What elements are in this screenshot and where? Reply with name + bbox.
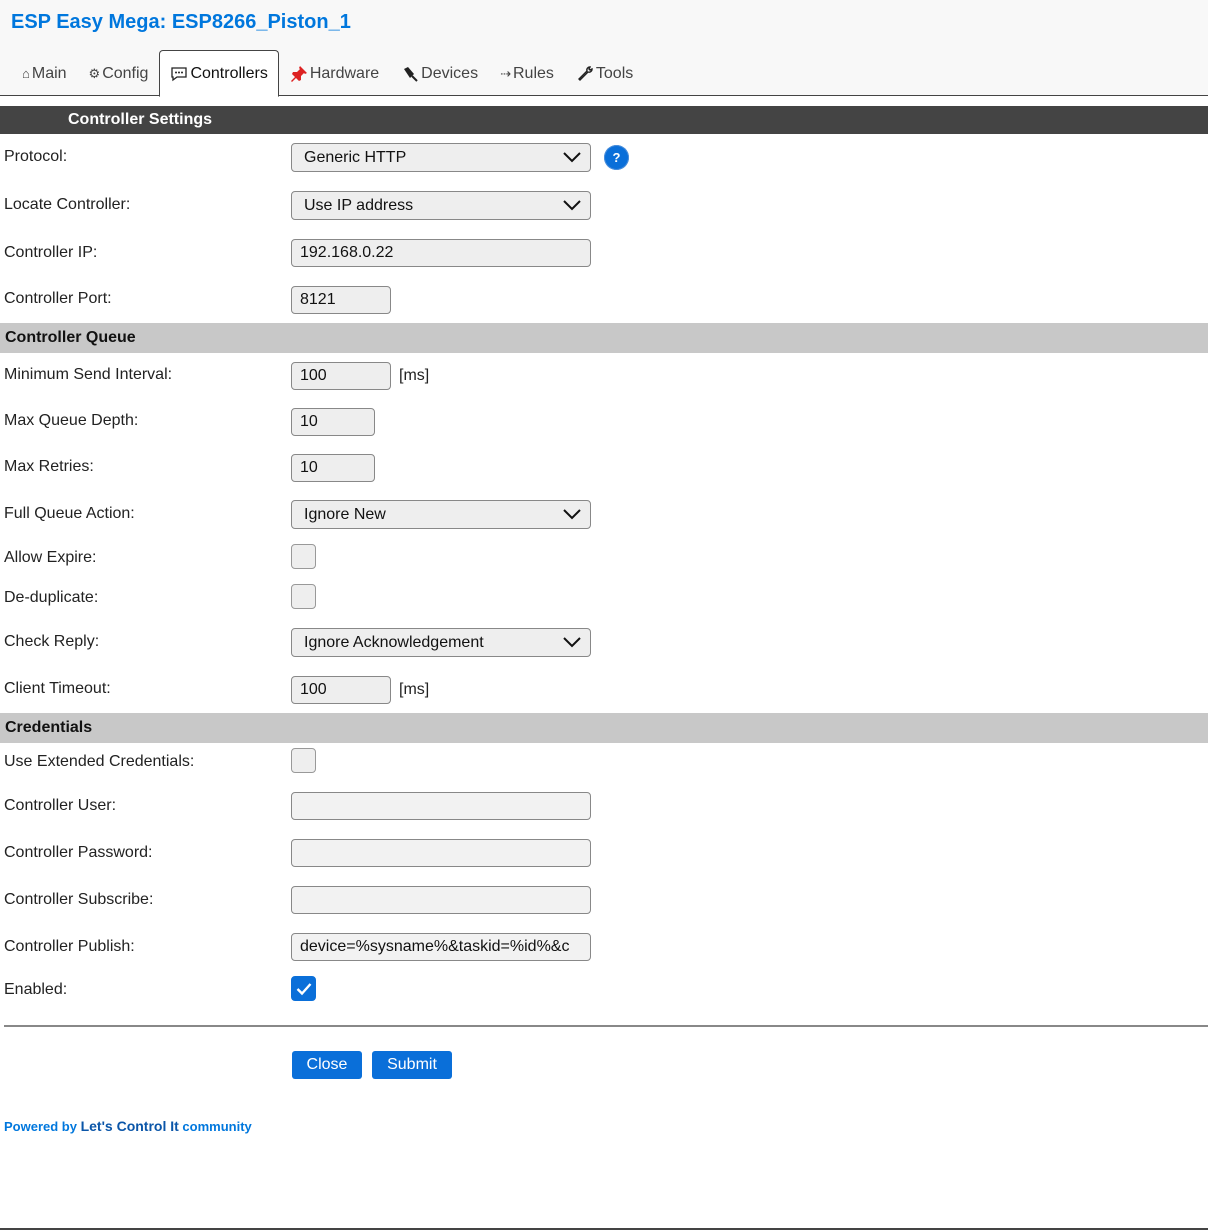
controller-publish-input[interactable]: device=%sysname%&taskid=%id%&c [291, 933, 591, 961]
tab-hardware[interactable]: Hardware [279, 50, 390, 96]
tab-rules[interactable]: ⇢ Rules [489, 50, 565, 96]
controller-user-input[interactable] [291, 792, 591, 820]
enabled-label: Enabled: [4, 981, 68, 998]
wrench-icon [576, 65, 594, 83]
app-title: ESP Easy Mega: ESP8266_Piston_1 [11, 11, 351, 33]
client-timeout-input[interactable]: 100 [291, 676, 391, 704]
tab-devices[interactable]: Devices [390, 50, 489, 96]
controller-port-input[interactable]: 8121 [291, 286, 391, 314]
chevron-down-icon [563, 509, 581, 520]
page-header: ESP Easy Mega: ESP8266_Piston_1 ⌂ Main ⚙… [0, 0, 1208, 97]
enabled-checkbox[interactable] [291, 976, 316, 1001]
controller-password-label: Controller Password: [4, 844, 153, 861]
checkmark-icon [296, 983, 312, 996]
check-reply-value: Ignore Acknowledgement [304, 633, 484, 651]
tab-config-label: Config [102, 64, 149, 82]
allow-expire-label: Allow Expire: [4, 549, 97, 566]
controller-user-label: Controller User: [4, 797, 117, 814]
min-send-interval-unit: [ms] [399, 367, 430, 384]
controller-queue-title: Controller Queue [5, 329, 136, 346]
min-send-interval-input[interactable]: 100 [291, 362, 391, 390]
arrow-right-icon: ⇢ [500, 65, 511, 81]
deduplicate-label: De-duplicate: [4, 589, 99, 606]
max-retries-input[interactable]: 10 [291, 454, 375, 482]
controller-subscribe-input[interactable] [291, 886, 591, 914]
help-icon[interactable]: ? [604, 145, 629, 170]
protocol-select-value: Generic HTTP [304, 148, 407, 166]
tab-rules-label: Rules [512, 64, 554, 82]
credentials-title: Credentials [5, 719, 93, 736]
close-button[interactable]: Close [292, 1051, 362, 1079]
bottom-border [0, 1228, 1208, 1230]
min-send-interval-label: Minimum Send Interval: [4, 366, 173, 383]
controller-password-input[interactable] [291, 839, 591, 867]
chevron-down-icon [563, 152, 581, 163]
main-tab-bar: ⌂ Main ⚙ Config Controllers Hardware Dev… [11, 50, 644, 97]
check-reply-label: Check Reply: [4, 633, 100, 650]
controller-settings-header: Controller Settings [0, 106, 1208, 134]
tab-tools[interactable]: Tools [565, 50, 644, 96]
full-queue-action-select[interactable]: Ignore New [291, 500, 591, 529]
controller-ip-input[interactable]: 192.168.0.22 [291, 239, 591, 267]
credentials-header: Credentials [0, 713, 1208, 743]
controller-ip-label: Controller IP: [4, 244, 98, 261]
plug-icon [401, 65, 419, 83]
tab-main-label: Main [31, 64, 67, 82]
footer-prefix: Powered by [4, 1119, 81, 1134]
extended-credentials-checkbox[interactable] [291, 748, 316, 773]
controller-port-label: Controller Port: [4, 290, 112, 307]
locate-controller-value: Use IP address [304, 196, 414, 214]
footer-suffix: community [178, 1119, 252, 1134]
locate-controller-select[interactable]: Use IP address [291, 191, 591, 220]
controller-settings-title: Controller Settings [68, 111, 213, 128]
tab-main[interactable]: ⌂ Main [11, 50, 78, 96]
max-queue-depth-label: Max Queue Depth: [4, 412, 139, 429]
tab-config[interactable]: ⚙ Config [78, 50, 160, 96]
protocol-select[interactable]: Generic HTTP [291, 143, 591, 172]
controller-queue-header: Controller Queue [0, 323, 1208, 353]
home-icon: ⌂ [22, 66, 30, 81]
gear-icon: ⚙ [88, 65, 101, 81]
tab-tools-label: Tools [595, 64, 634, 82]
chevron-down-icon [563, 200, 581, 211]
tab-devices-label: Devices [421, 64, 479, 82]
max-queue-depth-input[interactable]: 10 [291, 408, 375, 436]
tab-controllers-label: Controllers [190, 64, 268, 82]
client-timeout-label: Client Timeout: [4, 680, 111, 697]
full-queue-action-value: Ignore New [304, 505, 386, 523]
chevron-down-icon [563, 637, 581, 648]
locate-controller-label: Locate Controller: [4, 196, 131, 213]
protocol-label: Protocol: [4, 148, 68, 165]
form-divider [4, 1025, 1208, 1027]
full-queue-action-label: Full Queue Action: [4, 505, 135, 522]
footer-brand-link[interactable]: Let's Control It [81, 1118, 179, 1134]
submit-button[interactable]: Submit [372, 1051, 452, 1079]
speech-bubble-icon [170, 66, 188, 82]
footer-credit: Powered by Let's Control It community [4, 1118, 252, 1134]
extended-credentials-label: Use Extended Credentials: [4, 753, 195, 770]
allow-expire-checkbox[interactable] [291, 544, 316, 569]
pushpin-icon [290, 65, 308, 83]
tab-controllers[interactable]: Controllers [159, 50, 279, 97]
client-timeout-unit: [ms] [399, 681, 430, 698]
controller-publish-label: Controller Publish: [4, 938, 135, 955]
controller-subscribe-label: Controller Subscribe: [4, 891, 154, 908]
check-reply-select[interactable]: Ignore Acknowledgement [291, 628, 591, 657]
deduplicate-checkbox[interactable] [291, 584, 316, 609]
max-retries-label: Max Retries: [4, 458, 94, 475]
tab-hardware-label: Hardware [309, 64, 380, 82]
